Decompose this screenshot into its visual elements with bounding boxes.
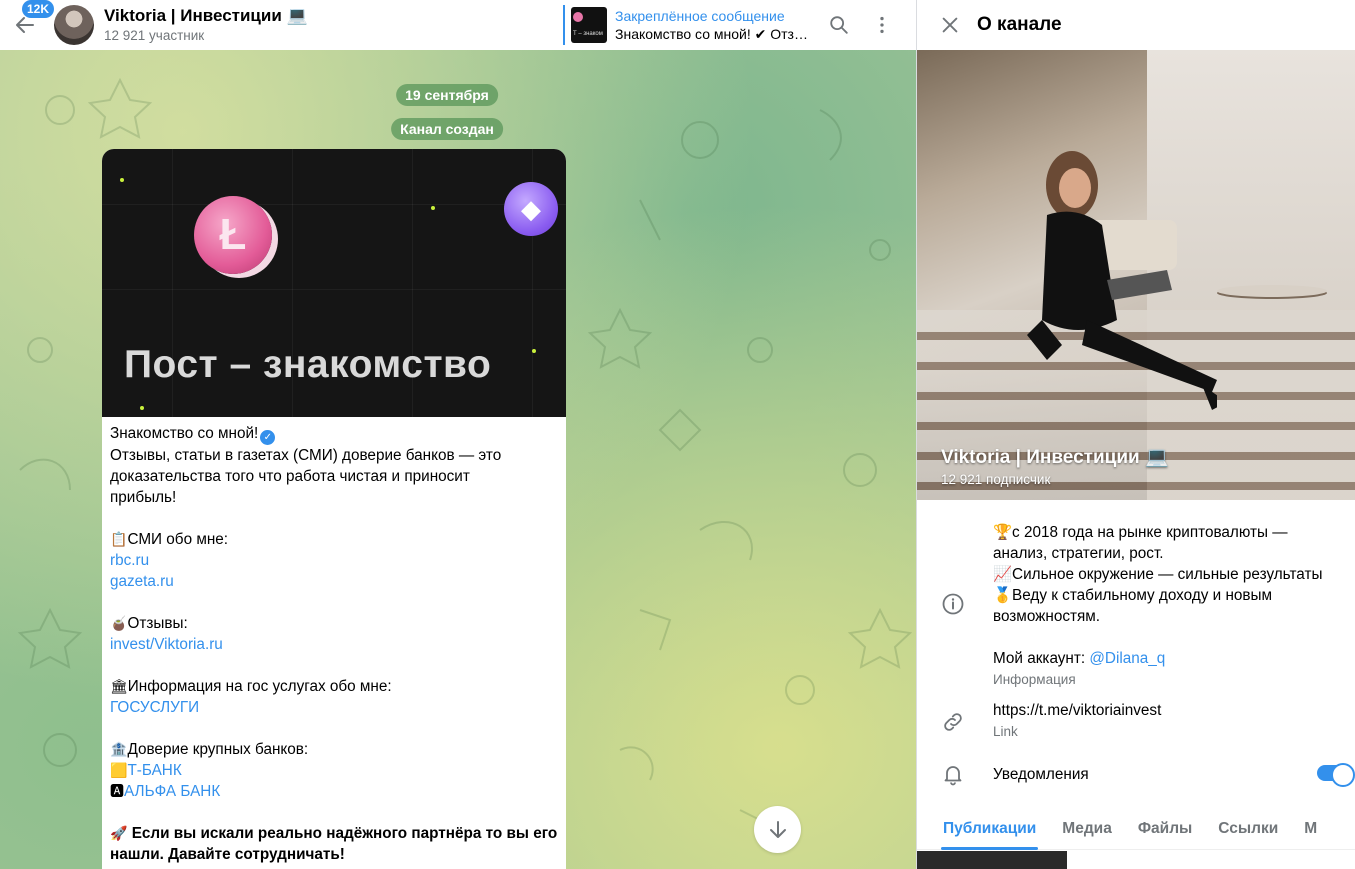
litecoin-icon: Ł: [194, 196, 272, 274]
about-line: возможностям.: [993, 608, 1101, 625]
alfabank-icon: 🅰: [110, 783, 124, 799]
search-button[interactable]: [821, 7, 857, 43]
notifications-toggle[interactable]: [1317, 763, 1355, 787]
more-button[interactable]: [864, 7, 900, 43]
scroll-down-button[interactable]: [754, 806, 801, 853]
pinned-preview: Знакомство со мной! ✔ Отзывы: [615, 26, 813, 42]
reviews-link[interactable]: invest/Viktoria.ru: [110, 634, 558, 655]
post-line: СМИ обо мне:: [127, 531, 229, 548]
channel-cover-photo[interactable]: Viktoria | Инвестиции 💻 12 921 подписчик: [917, 50, 1355, 500]
info-header: О канале: [917, 0, 1355, 50]
tab-media[interactable]: Медиа: [1062, 808, 1112, 850]
post-line: прибыль!: [110, 489, 177, 506]
bank-icon: 🏦: [110, 741, 128, 757]
rocket-icon: 🚀: [110, 825, 128, 841]
about-line: 🏆с 2018 года на рынке криптовалюты —: [993, 524, 1288, 541]
about-line: 🥇Веду к стабильному доходу и новым: [993, 587, 1273, 604]
ethereum-icon: ◆: [504, 182, 558, 236]
pinned-thumbnail: Т – знаком: [571, 7, 607, 43]
channel-name: Viktoria | Инвестиции 💻: [941, 447, 1169, 468]
post-line: Если вы искали реально надёжного партнёр…: [131, 825, 558, 842]
about-caption: Информация: [993, 672, 1076, 687]
tab-files[interactable]: Файлы: [1138, 808, 1192, 850]
gazeta-link[interactable]: gazeta.ru: [110, 571, 558, 592]
channel-link: https://t.me/viktoriainvest: [993, 702, 1162, 719]
person-photo: [1027, 151, 1217, 410]
info-icon: [941, 592, 965, 616]
gosuslugi-link[interactable]: ГОСУСЛУГИ: [110, 697, 558, 718]
account-link[interactable]: @Dilana_q: [1089, 650, 1165, 667]
verified-icon: ✓: [260, 430, 276, 445]
tab-more[interactable]: М: [1304, 808, 1317, 850]
subscriber-count: 12 921 подписчик: [941, 472, 1051, 487]
torch-icon: 🧉: [110, 615, 128, 631]
chat-title: Viktoria | Инвестиции 💻: [104, 6, 308, 25]
channel-avatar[interactable]: [54, 5, 94, 45]
tbank-icon: 🟨: [110, 762, 128, 778]
more-vertical-icon: [880, 16, 884, 34]
channel-post[interactable]: Ł ◆ Пост – знакомство Знакомство со мной…: [102, 149, 566, 869]
back-button[interactable]: 12K: [0, 0, 55, 50]
post-line: нашли. Давайте сотрудничать!: [110, 846, 345, 863]
tbank-link[interactable]: Т-БАНК: [127, 762, 181, 779]
post-image[interactable]: Ł ◆ Пост – знакомство: [102, 149, 566, 417]
tab-publications[interactable]: Публикации: [940, 808, 1039, 850]
info-title: О канале: [977, 14, 1062, 35]
date-separator: 19 сентября: [396, 84, 498, 106]
post-line: Знакомство со мной!: [110, 425, 259, 442]
clipboard-icon: 📋: [110, 531, 128, 547]
post-line: Доверие крупных банков:: [127, 741, 309, 758]
about-line: 📈Сильное окружение — сильные результаты: [993, 566, 1323, 583]
pinned-thumb-text: Т – знаком: [573, 31, 603, 37]
account-label: Мой аккаунт:: [993, 650, 1090, 667]
post-line: Отзывы, статьи в газетах (СМИ) доверие б…: [110, 447, 502, 464]
close-button[interactable]: [923, 0, 977, 50]
tab-links[interactable]: Ссылки: [1218, 808, 1278, 850]
post-text: Знакомство со мной! ✓ Отзывы, статьи в га…: [102, 417, 566, 865]
post-line: доказательства того что работа чистая и …: [110, 468, 470, 485]
service-message: Канал создан: [391, 118, 503, 140]
about-line: анализ, стратегии, рост.: [993, 545, 1164, 562]
search-icon: [830, 16, 848, 34]
rbc-link[interactable]: rbc.ru: [110, 550, 558, 571]
link-caption: Link: [993, 724, 1018, 739]
chat-header: 12K Viktoria | Инвестиции 💻 12 921 участ…: [0, 0, 916, 50]
post-line: Информация на гос услугах обо мне:: [127, 678, 392, 695]
gosuslugi-icon: 🏛: [110, 678, 128, 694]
chat-area: 12K Viktoria | Инвестиции 💻 12 921 участ…: [0, 0, 916, 869]
bell-icon: [941, 762, 965, 786]
channel-info-panel: О канале Viktoria | Инвестиции 💻 12 921 …: [916, 0, 1355, 869]
close-icon: [942, 17, 958, 33]
arrow-down-icon: [769, 820, 786, 838]
publication-thumbnail[interactable]: [917, 851, 1067, 869]
pinned-label: Закреплённое сообщение: [615, 8, 785, 24]
post-line: Отзывы:: [127, 615, 188, 632]
link-icon: [941, 710, 965, 734]
unread-badge: 12K: [22, 0, 55, 18]
chat-member-count: 12 921 участник: [104, 28, 205, 43]
pinned-message-bar[interactable]: Т – знаком Закреплённое сообщение Знаком…: [563, 5, 813, 45]
alfabank-link[interactable]: АЛЬФА БАНК: [124, 783, 220, 800]
chat-title-block[interactable]: Viktoria | Инвестиции 💻 12 921 участник: [104, 5, 308, 45]
media-tabs: Публикации Медиа Файлы Ссылки М: [917, 808, 1355, 850]
post-image-title: Пост – знакомство: [124, 343, 492, 386]
notifications-label: Уведомления: [993, 766, 1089, 783]
